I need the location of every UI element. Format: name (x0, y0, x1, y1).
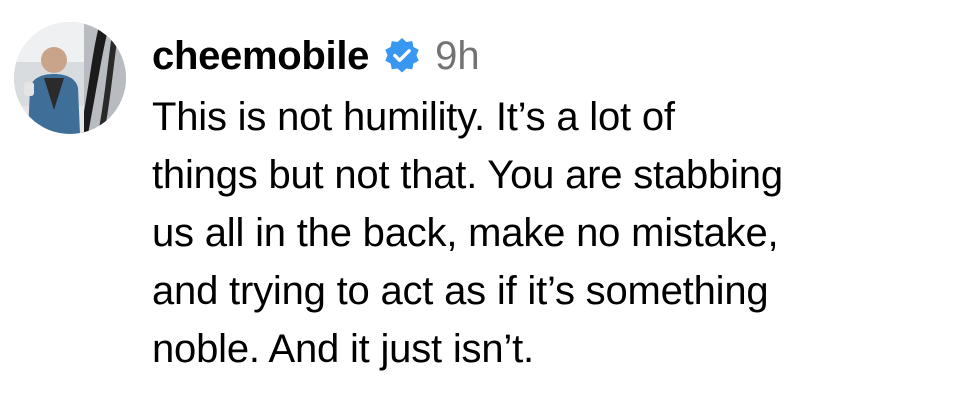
comment-body: cheemobile 9h This is not humility. It’s… (152, 24, 967, 378)
username[interactable]: cheemobile (152, 34, 369, 79)
comment: cheemobile 9h This is not humility. It’s… (0, 0, 980, 408)
verified-badge-icon (383, 37, 421, 75)
comment-header: cheemobile 9h (152, 24, 967, 88)
timestamp: 9h (435, 33, 480, 78)
avatar[interactable] (14, 22, 126, 134)
comment-text: This is not humility. It’s a lot of thin… (152, 95, 783, 371)
user-avatar-photo-icon (14, 22, 126, 134)
